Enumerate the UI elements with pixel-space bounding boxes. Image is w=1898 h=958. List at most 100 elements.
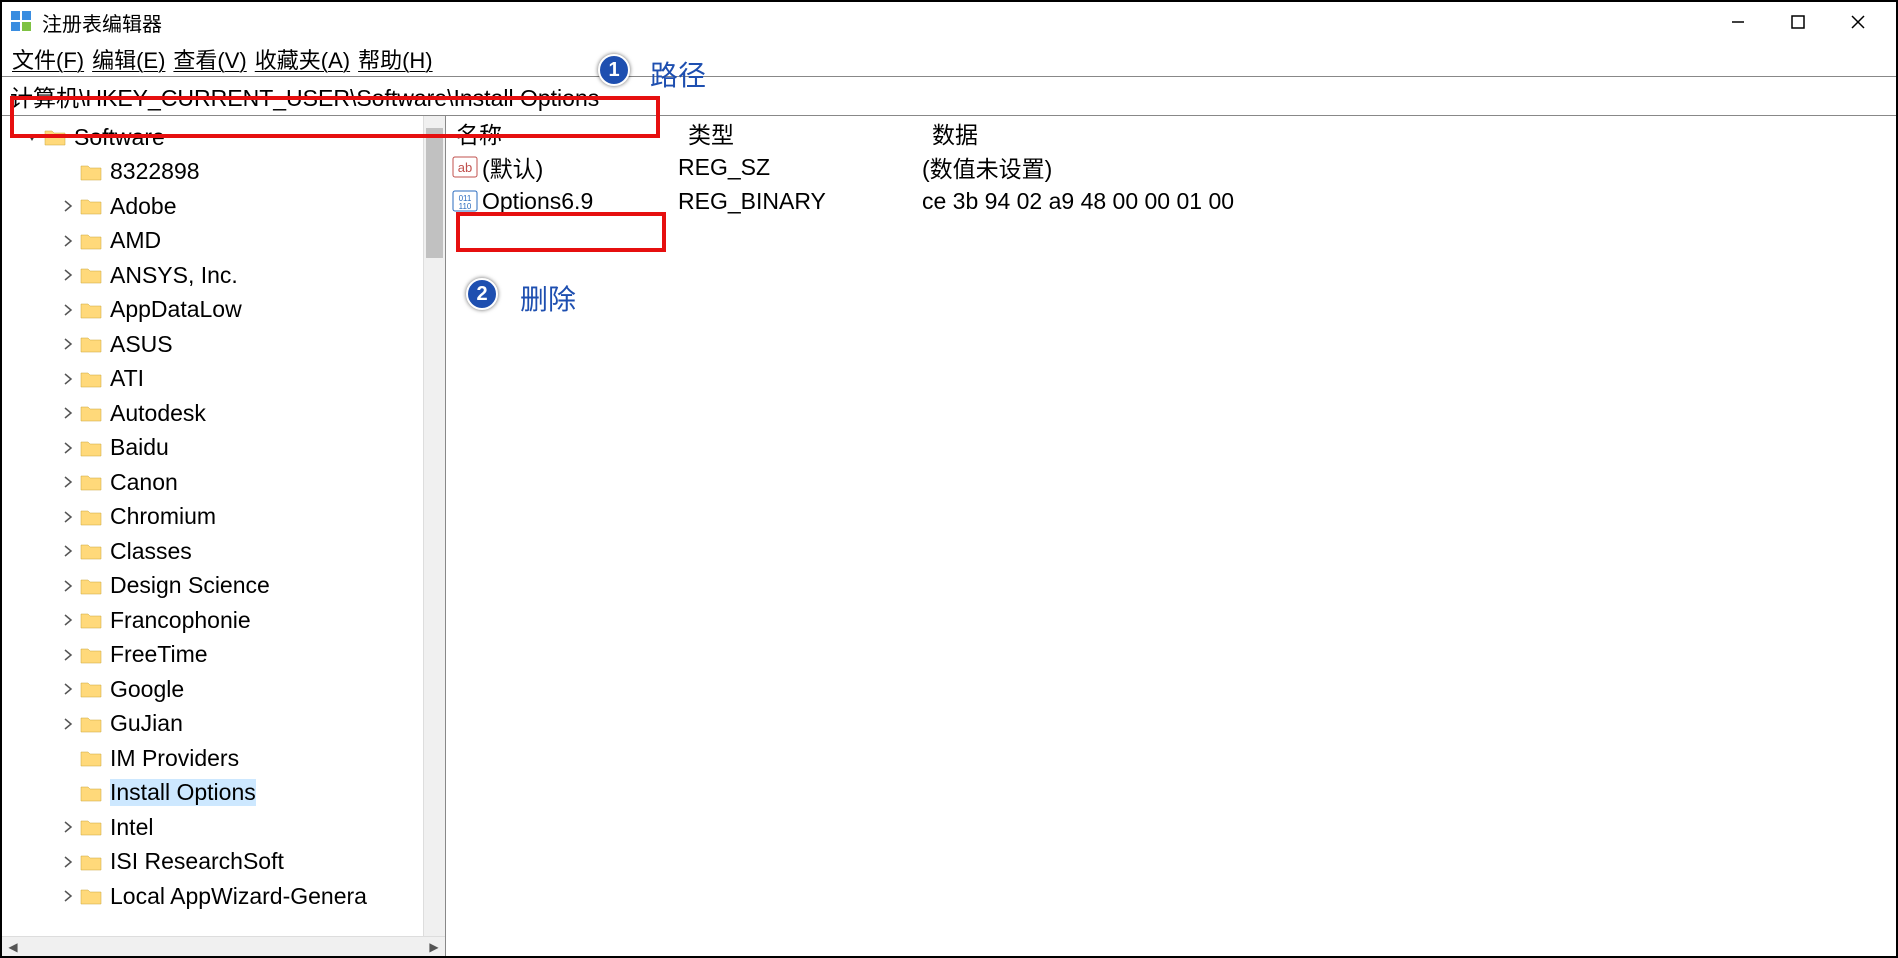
folder-icon	[80, 266, 102, 284]
column-type[interactable]: 类型	[678, 116, 922, 150]
chevron-right-icon[interactable]	[56, 442, 80, 454]
menu-file[interactable]: 文件(F)	[10, 43, 86, 75]
close-button[interactable]	[1828, 2, 1888, 42]
tree-item-label: Canon	[110, 469, 178, 496]
tree-item[interactable]: Classes	[2, 534, 445, 569]
registry-value-row[interactable]: 011110Options6.9REG_BINARYce 3b 94 02 a9…	[446, 184, 1896, 218]
tree-item[interactable]: ISI ResearchSoft	[2, 845, 445, 880]
tree-item[interactable]: Install Options	[2, 776, 445, 811]
folder-icon	[80, 887, 102, 905]
registry-value-row[interactable]: ab(默认)REG_SZ(数值未设置)	[446, 150, 1896, 184]
tree-item-label: Intel	[110, 814, 153, 841]
chevron-right-icon[interactable]	[56, 614, 80, 626]
tree-item-label: Install Options	[110, 779, 256, 806]
chevron-right-icon[interactable]	[56, 304, 80, 316]
folder-icon	[80, 232, 102, 250]
tree-item[interactable]: GuJian	[2, 707, 445, 742]
folder-icon	[80, 473, 102, 491]
tree-item[interactable]: ASUS	[2, 327, 445, 362]
address-bar[interactable]: 计算机\HKEY_CURRENT_USER\Software\Install O…	[2, 76, 1896, 116]
chevron-right-icon[interactable]	[56, 821, 80, 833]
folder-icon	[80, 611, 102, 629]
folder-icon	[80, 439, 102, 457]
chevron-right-icon[interactable]	[56, 683, 80, 695]
chevron-right-icon[interactable]	[56, 890, 80, 902]
chevron-right-icon[interactable]	[56, 200, 80, 212]
scroll-right-icon[interactable]: ▶	[423, 937, 445, 956]
menu-help[interactable]: 帮助(H)	[356, 43, 435, 75]
maximize-button[interactable]	[1768, 2, 1828, 42]
menu-view[interactable]: 查看(V)	[171, 43, 248, 75]
folder-icon	[80, 818, 102, 836]
registry-editor-window: 注册表编辑器 文件(F) 编辑(E) 查看(V) 收藏夹(A) 帮助(H) 计算…	[0, 0, 1898, 958]
tree-item-label: Chromium	[110, 503, 216, 530]
chevron-right-icon[interactable]	[56, 649, 80, 661]
address-path: 计算机\HKEY_CURRENT_USER\Software\Install O…	[10, 79, 599, 113]
tree-item-label: Design Science	[110, 572, 270, 599]
tree-item-label: Adobe	[110, 193, 177, 220]
tree-item[interactable]: Adobe	[2, 189, 445, 224]
tree-item-software[interactable]: Software	[2, 120, 445, 155]
chevron-right-icon[interactable]	[56, 373, 80, 385]
tree-item-label: ISI ResearchSoft	[110, 848, 284, 875]
chevron-right-icon[interactable]	[56, 407, 80, 419]
tree-item-label: FreeTime	[110, 641, 208, 668]
chevron-right-icon[interactable]	[56, 718, 80, 730]
tree-vertical-scrollbar[interactable]	[423, 116, 445, 936]
value-data: (数值未设置)	[922, 150, 1896, 184]
tree-item[interactable]: 8322898	[2, 155, 445, 190]
tree-item[interactable]: Francophonie	[2, 603, 445, 638]
tree-item-label: ANSYS, Inc.	[110, 262, 238, 289]
folder-icon	[44, 128, 66, 146]
tree-item[interactable]: Autodesk	[2, 396, 445, 431]
tree-item[interactable]: Chromium	[2, 500, 445, 535]
menu-favorites[interactable]: 收藏夹(A)	[253, 43, 352, 75]
folder-icon	[80, 784, 102, 802]
folder-icon	[80, 577, 102, 595]
chevron-right-icon[interactable]	[56, 545, 80, 557]
tree-item[interactable]: ANSYS, Inc.	[2, 258, 445, 293]
folder-icon	[80, 163, 102, 181]
column-name[interactable]: 名称	[446, 116, 678, 150]
tree-item-label: Baidu	[110, 434, 169, 461]
tree-item[interactable]: Canon	[2, 465, 445, 500]
folder-icon	[80, 680, 102, 698]
folder-icon	[80, 370, 102, 388]
scroll-left-icon[interactable]: ◀	[2, 937, 24, 956]
chevron-right-icon[interactable]	[56, 511, 80, 523]
chevron-right-icon[interactable]	[56, 235, 80, 247]
chevron-right-icon[interactable]	[56, 338, 80, 350]
window-title: 注册表编辑器	[42, 8, 1708, 37]
chevron-down-icon[interactable]	[20, 131, 44, 143]
chevron-right-icon[interactable]	[56, 856, 80, 868]
column-data[interactable]: 数据	[922, 116, 1896, 150]
tree-item[interactable]: AMD	[2, 224, 445, 259]
value-data: ce 3b 94 02 a9 48 00 00 01 00	[922, 188, 1896, 215]
value-type: REG_BINARY	[678, 188, 922, 215]
scrollbar-thumb[interactable]	[426, 128, 443, 258]
tree-item[interactable]: AppDataLow	[2, 293, 445, 328]
tree-item-label: IM Providers	[110, 745, 239, 772]
chevron-right-icon[interactable]	[56, 269, 80, 281]
tree-item[interactable]: ATI	[2, 362, 445, 397]
minimize-button[interactable]	[1708, 2, 1768, 42]
tree-item[interactable]: Design Science	[2, 569, 445, 604]
tree-item[interactable]: Intel	[2, 810, 445, 845]
tree-item[interactable]: Google	[2, 672, 445, 707]
chevron-right-icon[interactable]	[56, 580, 80, 592]
tree-item[interactable]: FreeTime	[2, 638, 445, 673]
title-bar: 注册表编辑器	[2, 2, 1896, 42]
annotation-label-2: 删除	[520, 278, 576, 318]
tree-item[interactable]: IM Providers	[2, 741, 445, 776]
svg-text:110: 110	[459, 202, 472, 211]
value-type: REG_SZ	[678, 154, 922, 181]
tree-item-label: Autodesk	[110, 400, 206, 427]
tree-item-label: 8322898	[110, 158, 200, 185]
binary-value-icon: 011110	[452, 190, 478, 212]
menu-edit[interactable]: 编辑(E)	[90, 43, 167, 75]
tree-item[interactable]: Baidu	[2, 431, 445, 466]
tree-horizontal-scrollbar[interactable]: ◀ ▶	[2, 936, 445, 956]
chevron-right-icon[interactable]	[56, 476, 80, 488]
annotation-label-1: 路径	[650, 54, 706, 94]
tree-item[interactable]: Local AppWizard-Genera	[2, 879, 445, 914]
